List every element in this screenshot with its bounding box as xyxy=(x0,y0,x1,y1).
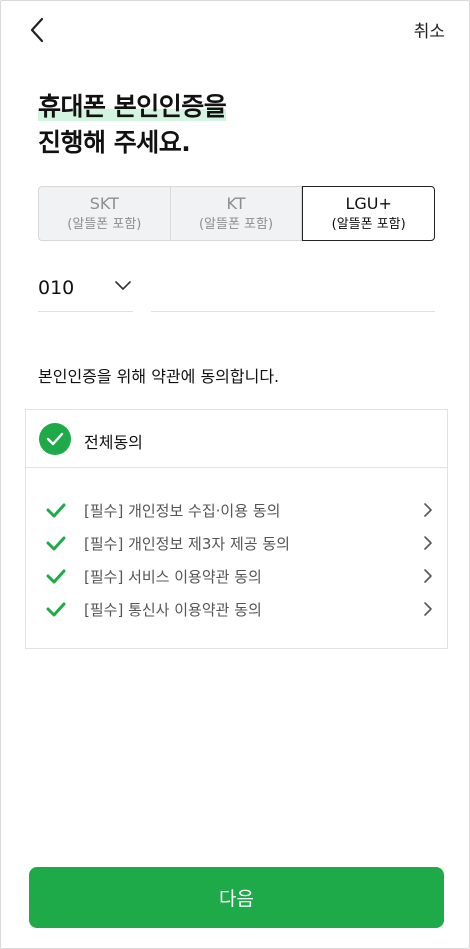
term-item-third-party[interactable]: [필수] 개인정보 제3자 제공 동의 xyxy=(26,527,447,559)
term-item-label: [필수] 서비스 이용약관 동의 xyxy=(84,568,262,586)
agree-all-checkbox[interactable] xyxy=(39,423,71,455)
consent-guide-text: 본인인증을 위해 약관에 동의합니다. xyxy=(38,367,280,386)
term-item-privacy-collection[interactable]: [필수] 개인정보 수집·이용 동의 xyxy=(26,494,447,526)
carrier-skt[interactable]: SKT (알뜰폰 포함) xyxy=(38,186,171,241)
term-item-label: [필수] 개인정보 수집·이용 동의 xyxy=(84,502,281,520)
terms-box: 전체동의 [필수] 개인정보 수집·이용 동의 [필수] 개인정보 제3자 제공… xyxy=(25,409,448,649)
page-title-line1: 휴대폰 본인인증을 xyxy=(38,92,227,121)
carrier-name: SKT xyxy=(89,193,119,213)
term-item-label: [필수] 개인정보 제3자 제공 동의 xyxy=(84,535,290,553)
carrier-name: LGU+ xyxy=(345,193,392,213)
carrier-lgu[interactable]: LGU+ (알뜰폰 포함) xyxy=(302,186,436,241)
chevron-right-icon xyxy=(424,569,432,583)
carrier-sub: (알뜰폰 포함) xyxy=(67,216,142,232)
check-icon xyxy=(46,536,66,551)
carrier-sub: (알뜰폰 포함) xyxy=(198,216,274,232)
check-icon xyxy=(46,602,66,617)
check-icon xyxy=(46,503,66,518)
carrier-sub: (알뜰폰 포함) xyxy=(331,216,406,232)
carrier-name: KT xyxy=(226,193,246,213)
agree-all-label: 전체동의 xyxy=(84,433,143,452)
page-title: 휴대폰 본인인증을 진행해 주세요. xyxy=(38,89,227,161)
check-icon xyxy=(46,569,66,584)
back-button[interactable] xyxy=(23,15,51,45)
chevron-left-icon xyxy=(30,17,44,43)
phone-prefix-value: 010 xyxy=(38,277,75,299)
term-item-carrier-terms[interactable]: [필수] 통신사 이용약관 동의 xyxy=(26,593,447,625)
check-icon xyxy=(46,432,64,446)
term-item-service-terms[interactable]: [필수] 서비스 이용약관 동의 xyxy=(26,560,447,592)
phone-number-input[interactable] xyxy=(151,269,435,312)
app-frame: 취소 휴대폰 본인인증을 진행해 주세요. SKT (알뜰폰 포함) KT (알… xyxy=(0,0,470,949)
cancel-button[interactable]: 취소 xyxy=(414,17,445,42)
chevron-right-icon xyxy=(424,602,432,616)
chevron-right-icon xyxy=(424,503,432,517)
next-button[interactable]: 다음 xyxy=(29,867,444,928)
chevron-down-icon xyxy=(115,281,131,290)
carrier-selector: SKT (알뜰폰 포함) KT (알뜰폰 포함) LGU+ (알뜰폰 포함) xyxy=(38,186,436,241)
header: 취소 xyxy=(1,1,470,61)
term-item-label: [필수] 통신사 이용약관 동의 xyxy=(84,601,262,619)
carrier-kt[interactable]: KT (알뜰폰 포함) xyxy=(170,186,303,241)
page-title-line2: 진행해 주세요. xyxy=(38,128,191,157)
agree-all-row[interactable]: 전체동의 xyxy=(26,410,447,468)
phone-prefix-select[interactable]: 010 xyxy=(38,269,133,312)
chevron-right-icon xyxy=(424,536,432,550)
